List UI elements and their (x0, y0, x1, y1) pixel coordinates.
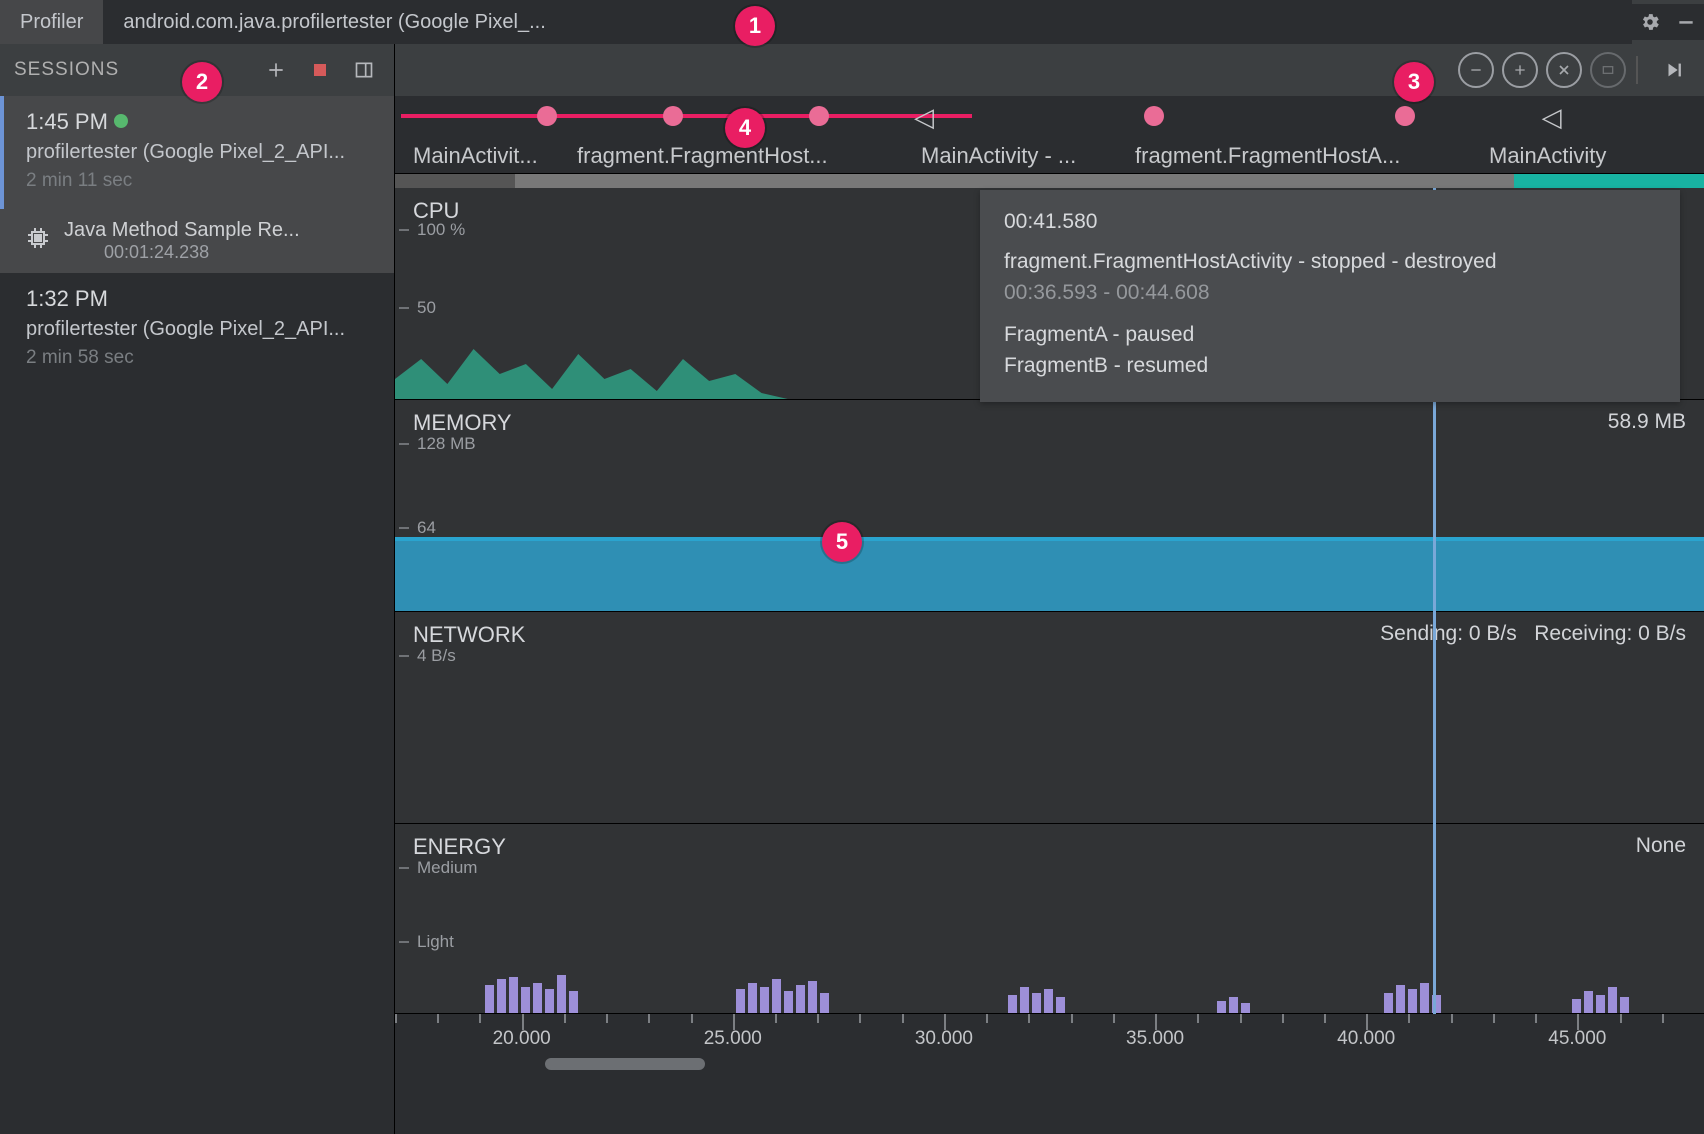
callout-5: 5 (822, 522, 862, 562)
network-receiving: Receiving: 0 B/s (1534, 622, 1686, 645)
reset-zoom-button[interactable] (1546, 52, 1582, 88)
recording-time: 00:01:24.238 (104, 242, 300, 263)
back-event-icon: ◁ (1542, 102, 1562, 133)
sessions-title: SESSIONS (14, 59, 119, 81)
stop-icon[interactable] (304, 54, 336, 86)
tooltip-time: 00:41.580 (1004, 206, 1656, 238)
cpu-chip-icon (26, 226, 50, 256)
panel-icon[interactable] (348, 54, 380, 86)
callout-4: 4 (725, 108, 765, 148)
titlebar: Profiler android.com.java.profilertester… (0, 0, 1704, 44)
network-legend: Sending: 0 B/s Receiving: 0 B/s (1380, 622, 1686, 646)
gear-icon[interactable] (1632, 4, 1668, 40)
callout-2: 2 (182, 62, 222, 102)
axis-label: 30.000 (915, 1028, 973, 1050)
axis-label: 40.000 (1337, 1028, 1395, 1050)
lane-title: ENERGY (413, 834, 506, 860)
sessions-sidebar: SESSIONS 1:45 PM profilertester (Google … (0, 44, 395, 1134)
axis-label: 45.000 (1548, 1028, 1606, 1050)
event-dot-icon (1144, 106, 1164, 126)
timeline-toolbar (395, 44, 1704, 96)
active-dot-icon (114, 114, 128, 128)
energy-value: None (1636, 834, 1686, 858)
cpu-lane[interactable]: CPU 100 % 50 00:41.580 fragment.Fragment… (395, 188, 1704, 400)
event-dot-icon (809, 106, 829, 126)
timeline-content: ◁ ◁ MainActivit... fragment.FragmentHost.… (395, 44, 1704, 1134)
profiler-tab[interactable]: Profiler (0, 0, 103, 44)
axis-label: 35.000 (1126, 1028, 1184, 1050)
recording-item[interactable]: Java Method Sample Re... 00:01:24.238 (0, 209, 394, 273)
session-item[interactable]: 1:45 PM profilertester (Google Pixel_2_A… (0, 96, 394, 209)
scale-label: 128 MB (417, 434, 476, 454)
axis-label: 20.000 (493, 1028, 551, 1050)
memory-lane[interactable]: MEMORY 58.9 MB 128 MB 64 (395, 400, 1704, 612)
add-session-icon[interactable] (260, 54, 292, 86)
energy-chart (401, 933, 1698, 1013)
event-dot-icon (663, 106, 683, 126)
zoom-out-button[interactable] (1458, 52, 1494, 88)
session-duration: 2 min 58 sec (26, 344, 376, 372)
session-time: 1:32 PM (26, 286, 108, 311)
event-dot-icon (1395, 106, 1415, 126)
session-time: 1:45 PM (26, 109, 108, 134)
scale-label: Medium (417, 858, 477, 878)
event-label: MainActivity (1489, 143, 1649, 169)
back-event-icon: ◁ (914, 102, 934, 133)
zoom-in-button[interactable] (1502, 52, 1538, 88)
session-name: profilertester (Google Pixel_2_API... (26, 138, 376, 167)
event-label: MainActivity - ... (921, 143, 1121, 169)
callout-1: 1 (735, 6, 775, 46)
network-sending: Sending: 0 B/s (1380, 622, 1517, 645)
memory-chart (395, 541, 1704, 611)
scale-label: 100 % (417, 220, 465, 240)
scale-label: 64 (417, 518, 436, 538)
go-live-button[interactable] (1656, 52, 1692, 88)
tooltip-fragment: FragmentA - paused (1004, 319, 1656, 351)
minimize-icon[interactable] (1668, 4, 1704, 40)
event-dot-icon (537, 106, 557, 126)
time-axis[interactable]: 20.000 25.000 30.000 35.000 40.000 45.000 (395, 1014, 1704, 1074)
events-lane[interactable]: ◁ ◁ MainActivit... fragment.FragmentHost.… (395, 96, 1704, 174)
tooltip-fragment: FragmentB - resumed (1004, 350, 1656, 382)
lane-title: MEMORY (413, 410, 512, 436)
network-lane[interactable]: NETWORK Sending: 0 B/s Receiving: 0 B/s … (395, 612, 1704, 824)
app-tab[interactable]: android.com.java.profilertester (Google … (103, 0, 585, 44)
callout-3: 3 (1394, 62, 1434, 102)
overview-bar[interactable] (395, 174, 1704, 188)
fit-button[interactable] (1590, 52, 1626, 88)
scale-label: 4 B/s (417, 646, 456, 666)
axis-label: 25.000 (704, 1028, 762, 1050)
horizontal-scrollbar[interactable] (545, 1058, 705, 1070)
tooltip-activity: fragment.FragmentHostActivity - stopped … (1004, 246, 1656, 278)
recording-label: Java Method Sample Re... (64, 219, 300, 242)
session-duration: 2 min 11 sec (26, 167, 376, 195)
lane-title: NETWORK (413, 622, 525, 648)
scale-label: 50 (417, 298, 436, 318)
event-labels: MainActivit... fragment.FragmentHost... … (413, 143, 1698, 169)
session-name: profilertester (Google Pixel_2_API... (26, 315, 376, 344)
session-item[interactable]: 1:32 PM profilertester (Google Pixel_2_A… (0, 273, 394, 386)
memory-value: 58.9 MB (1608, 410, 1686, 434)
tooltip-range: 00:36.593 - 00:44.608 (1004, 277, 1656, 309)
energy-lane[interactable]: ENERGY None Medium Light (395, 824, 1704, 1014)
event-label: MainActivit... (413, 143, 563, 169)
hover-tooltip: 00:41.580 fragment.FragmentHostActivity … (980, 190, 1680, 402)
event-label: fragment.FragmentHostA... (1135, 143, 1475, 169)
